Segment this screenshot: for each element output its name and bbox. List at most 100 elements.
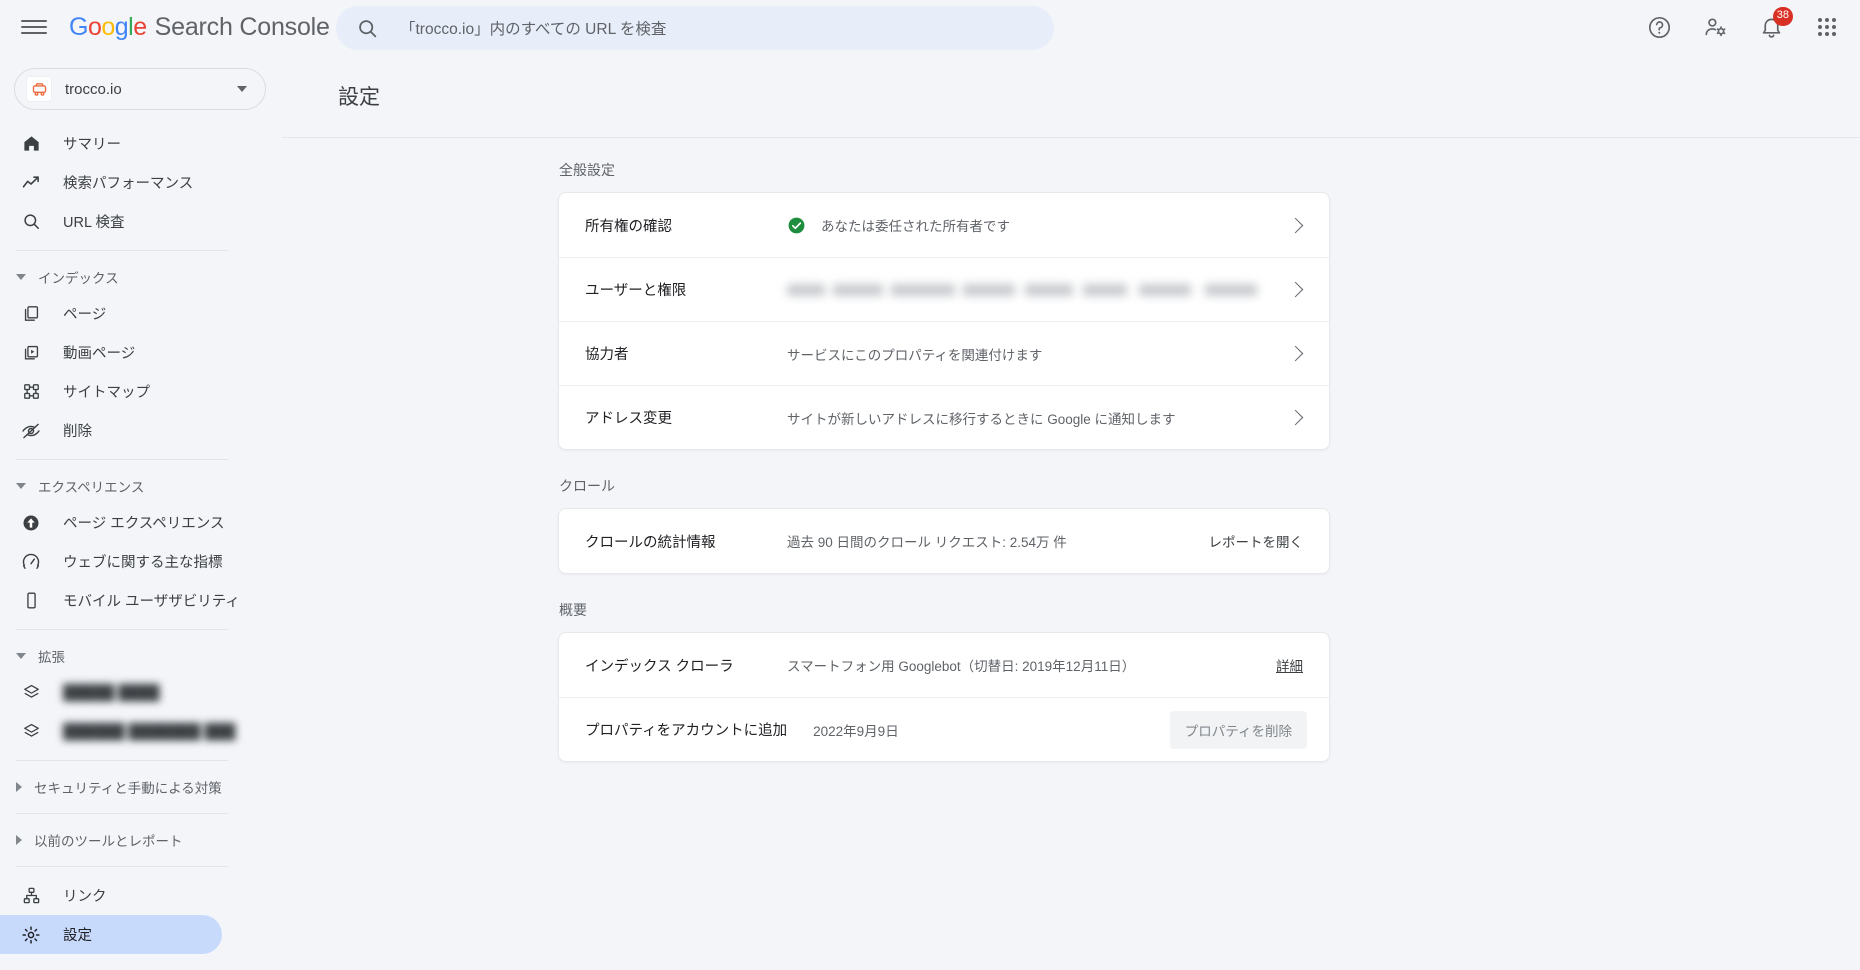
chevron-down-icon (16, 483, 26, 489)
person-gear-icon[interactable] (1698, 10, 1732, 44)
search-input[interactable]: 「trocco.io」内のすべての URL を検査 (336, 6, 1054, 50)
chevron-right-icon[interactable] (1287, 345, 1304, 362)
sidebar-item-url-inspection[interactable]: URL 検査 (0, 202, 222, 241)
sidebar-item-label: サイトマップ (63, 385, 150, 401)
nav-group-label: セキュリティと手動による対策 (34, 781, 222, 796)
chevron-right-icon[interactable] (1287, 217, 1304, 233)
redacted-user-list (787, 283, 1277, 296)
row-title: 協力者 (585, 347, 629, 363)
row-title: クロールの統計情報 (585, 534, 716, 551)
open-report-link[interactable]: レポートを開く (1209, 531, 1304, 551)
sidebar-item-enhancement-1[interactable]: █████ ████ (0, 673, 222, 712)
links-icon (20, 885, 42, 907)
google-wordmark: Google (69, 12, 147, 41)
row-value: 過去 90 日間のクロール リクエスト: 2.54万 件 (787, 531, 1209, 551)
sidebar-item-label: 削除 (63, 424, 92, 440)
details-link[interactable]: 詳細 (1276, 655, 1303, 675)
bell-icon[interactable]: 38 (1754, 7, 1793, 44)
sidebar-item-settings[interactable]: 設定 (0, 915, 222, 954)
row-title: プロパティをアカウントに追加 (585, 723, 788, 739)
brand-logo[interactable]: Google Search Console (69, 13, 330, 42)
eye-off-icon (20, 420, 42, 442)
row-crawl-stats[interactable]: クロールの統計情報 過去 90 日間のクロール リクエスト: 2.54万 件 レ… (559, 509, 1329, 573)
video-page-icon (20, 342, 42, 364)
row-value-text: サイトが新しいアドレスに移行するときに Google に通知します (787, 411, 1176, 427)
row-property-added: プロパティをアカウントに追加 2022年9月9日 プロパティを削除 (559, 697, 1329, 761)
speedometer-icon (20, 551, 42, 573)
settings-content: 全般設定 所有権の確認 あなたは委任された所有者です ユーザーと権限 協力者 サ… (282, 138, 1860, 762)
sidebar: trocco.io サマリー 検索パフォーマンス URL 検査 インデックス ペ… (0, 54, 282, 970)
sidebar-item-label: 設定 (63, 928, 92, 944)
nav-group-enhancements[interactable]: 拡張 (0, 639, 282, 673)
nav-group-legacy-tools[interactable]: 以前のツールとレポート (0, 823, 282, 857)
remove-property-button[interactable]: プロパティを削除 (1169, 710, 1307, 749)
trending-up-icon (20, 172, 42, 194)
row-title: 所有権の確認 (585, 218, 672, 235)
trocco-favicon (26, 76, 52, 102)
sidebar-item-label: ウェブに関する主な指標 (63, 555, 223, 571)
nav-divider (16, 813, 228, 814)
row-value: スマートフォン用 Googlebot（切替日: 2019年12月11日） (787, 655, 1276, 675)
page-title: 設定 (338, 86, 380, 109)
nav-group-security[interactable]: セキュリティと手動による対策 (0, 770, 282, 804)
row-ownership-verification[interactable]: 所有権の確認 あなたは委任された所有者です (559, 193, 1329, 257)
row-value-text: 2022年9月9日 (813, 723, 899, 739)
section-label-about: 概要 (559, 602, 587, 618)
sidebar-item-video-pages[interactable]: 動画ページ (0, 333, 222, 372)
row-change-of-address[interactable]: アドレス変更 サイトが新しいアドレスに移行するときに Google に通知します (559, 385, 1329, 449)
nav-divider (16, 459, 228, 460)
sidebar-item-label: サマリー (63, 137, 121, 153)
row-value-text: あなたは委任された所有者です (821, 219, 1010, 234)
layers-icon (20, 682, 42, 704)
sidebar-item-search-performance[interactable]: 検索パフォーマンス (0, 163, 222, 202)
search-icon (20, 211, 42, 233)
sidebar-item-sitemaps[interactable]: サイトマップ (0, 372, 222, 411)
chevron-down-icon (16, 274, 26, 280)
row-associations[interactable]: 協力者 サービスにこのプロパティを関連付けます (559, 321, 1329, 385)
main-content: 設定 全般設定 所有権の確認 あなたは委任された所有者です ユーザーと権限 協力… (282, 54, 1860, 970)
row-value (787, 283, 1290, 296)
nav-group-label: 拡張 (38, 650, 65, 665)
chevron-down-icon (237, 86, 247, 92)
section-label-crawl: クロール (559, 478, 615, 494)
sidebar-item-label: モバイル ユーザザビリティ (63, 594, 240, 610)
row-users-and-permissions[interactable]: ユーザーと権限 (559, 257, 1329, 321)
header-actions: 38 (1642, 0, 1844, 54)
sidebar-item-mobile-usability[interactable]: モバイル ユーザザビリティ (0, 581, 240, 620)
row-value: サービスにこのプロパティを関連付けます (787, 344, 1290, 364)
app-header: Google Search Console 「trocco.io」内のすべての … (0, 0, 1860, 54)
apps-grid-icon[interactable] (1810, 10, 1844, 44)
nav-group-experience[interactable]: エクスペリエンス (0, 469, 282, 503)
row-title: ユーザーと権限 (585, 283, 687, 299)
sidebar-item-page-experience[interactable]: ページ エクスペリエンス (0, 503, 225, 542)
sidebar-item-label: URL 検査 (63, 215, 125, 231)
primary-nav: サマリー 検索パフォーマンス URL 検査 インデックス ページ 動画ページ サ… (0, 124, 282, 954)
nav-group-index[interactable]: インデックス (0, 260, 282, 294)
sidebar-item-pages[interactable]: ページ (0, 294, 222, 333)
sidebar-item-core-web-vitals[interactable]: ウェブに関する主な指標 (0, 542, 223, 581)
sidebar-item-summary[interactable]: サマリー (0, 124, 222, 163)
nav-group-label: 以前のツールとレポート (34, 834, 183, 849)
sitemap-icon (20, 381, 42, 403)
property-selector[interactable]: trocco.io (14, 68, 266, 110)
gear-icon (20, 924, 42, 946)
sidebar-item-removals[interactable]: 削除 (0, 411, 222, 450)
mobile-icon (20, 590, 42, 612)
row-value: あなたは委任された所有者です (787, 215, 1290, 235)
chevron-right-icon[interactable] (1287, 281, 1304, 298)
product-name: Search Console (154, 12, 330, 41)
sidebar-item-enhancement-2[interactable]: ██████ ███████ ███ (0, 712, 235, 751)
help-circle-icon[interactable] (1642, 10, 1676, 44)
hamburger-menu-icon[interactable] (21, 17, 47, 37)
nav-divider (16, 250, 228, 251)
search-icon (357, 18, 378, 39)
chevron-right-icon (16, 782, 22, 792)
sidebar-item-label: 動画ページ (63, 346, 136, 362)
sidebar-item-links[interactable]: リンク (0, 876, 222, 915)
sidebar-item-label: 検索パフォーマンス (63, 176, 194, 192)
nav-divider (16, 866, 228, 867)
row-index-crawler: インデックス クローラ スマートフォン用 Googlebot（切替日: 2019… (559, 633, 1329, 697)
row-value: サイトが新しいアドレスに移行するときに Google に通知します (787, 408, 1290, 428)
chevron-right-icon[interactable] (1287, 409, 1304, 426)
notification-badge: 38 (1772, 7, 1793, 26)
